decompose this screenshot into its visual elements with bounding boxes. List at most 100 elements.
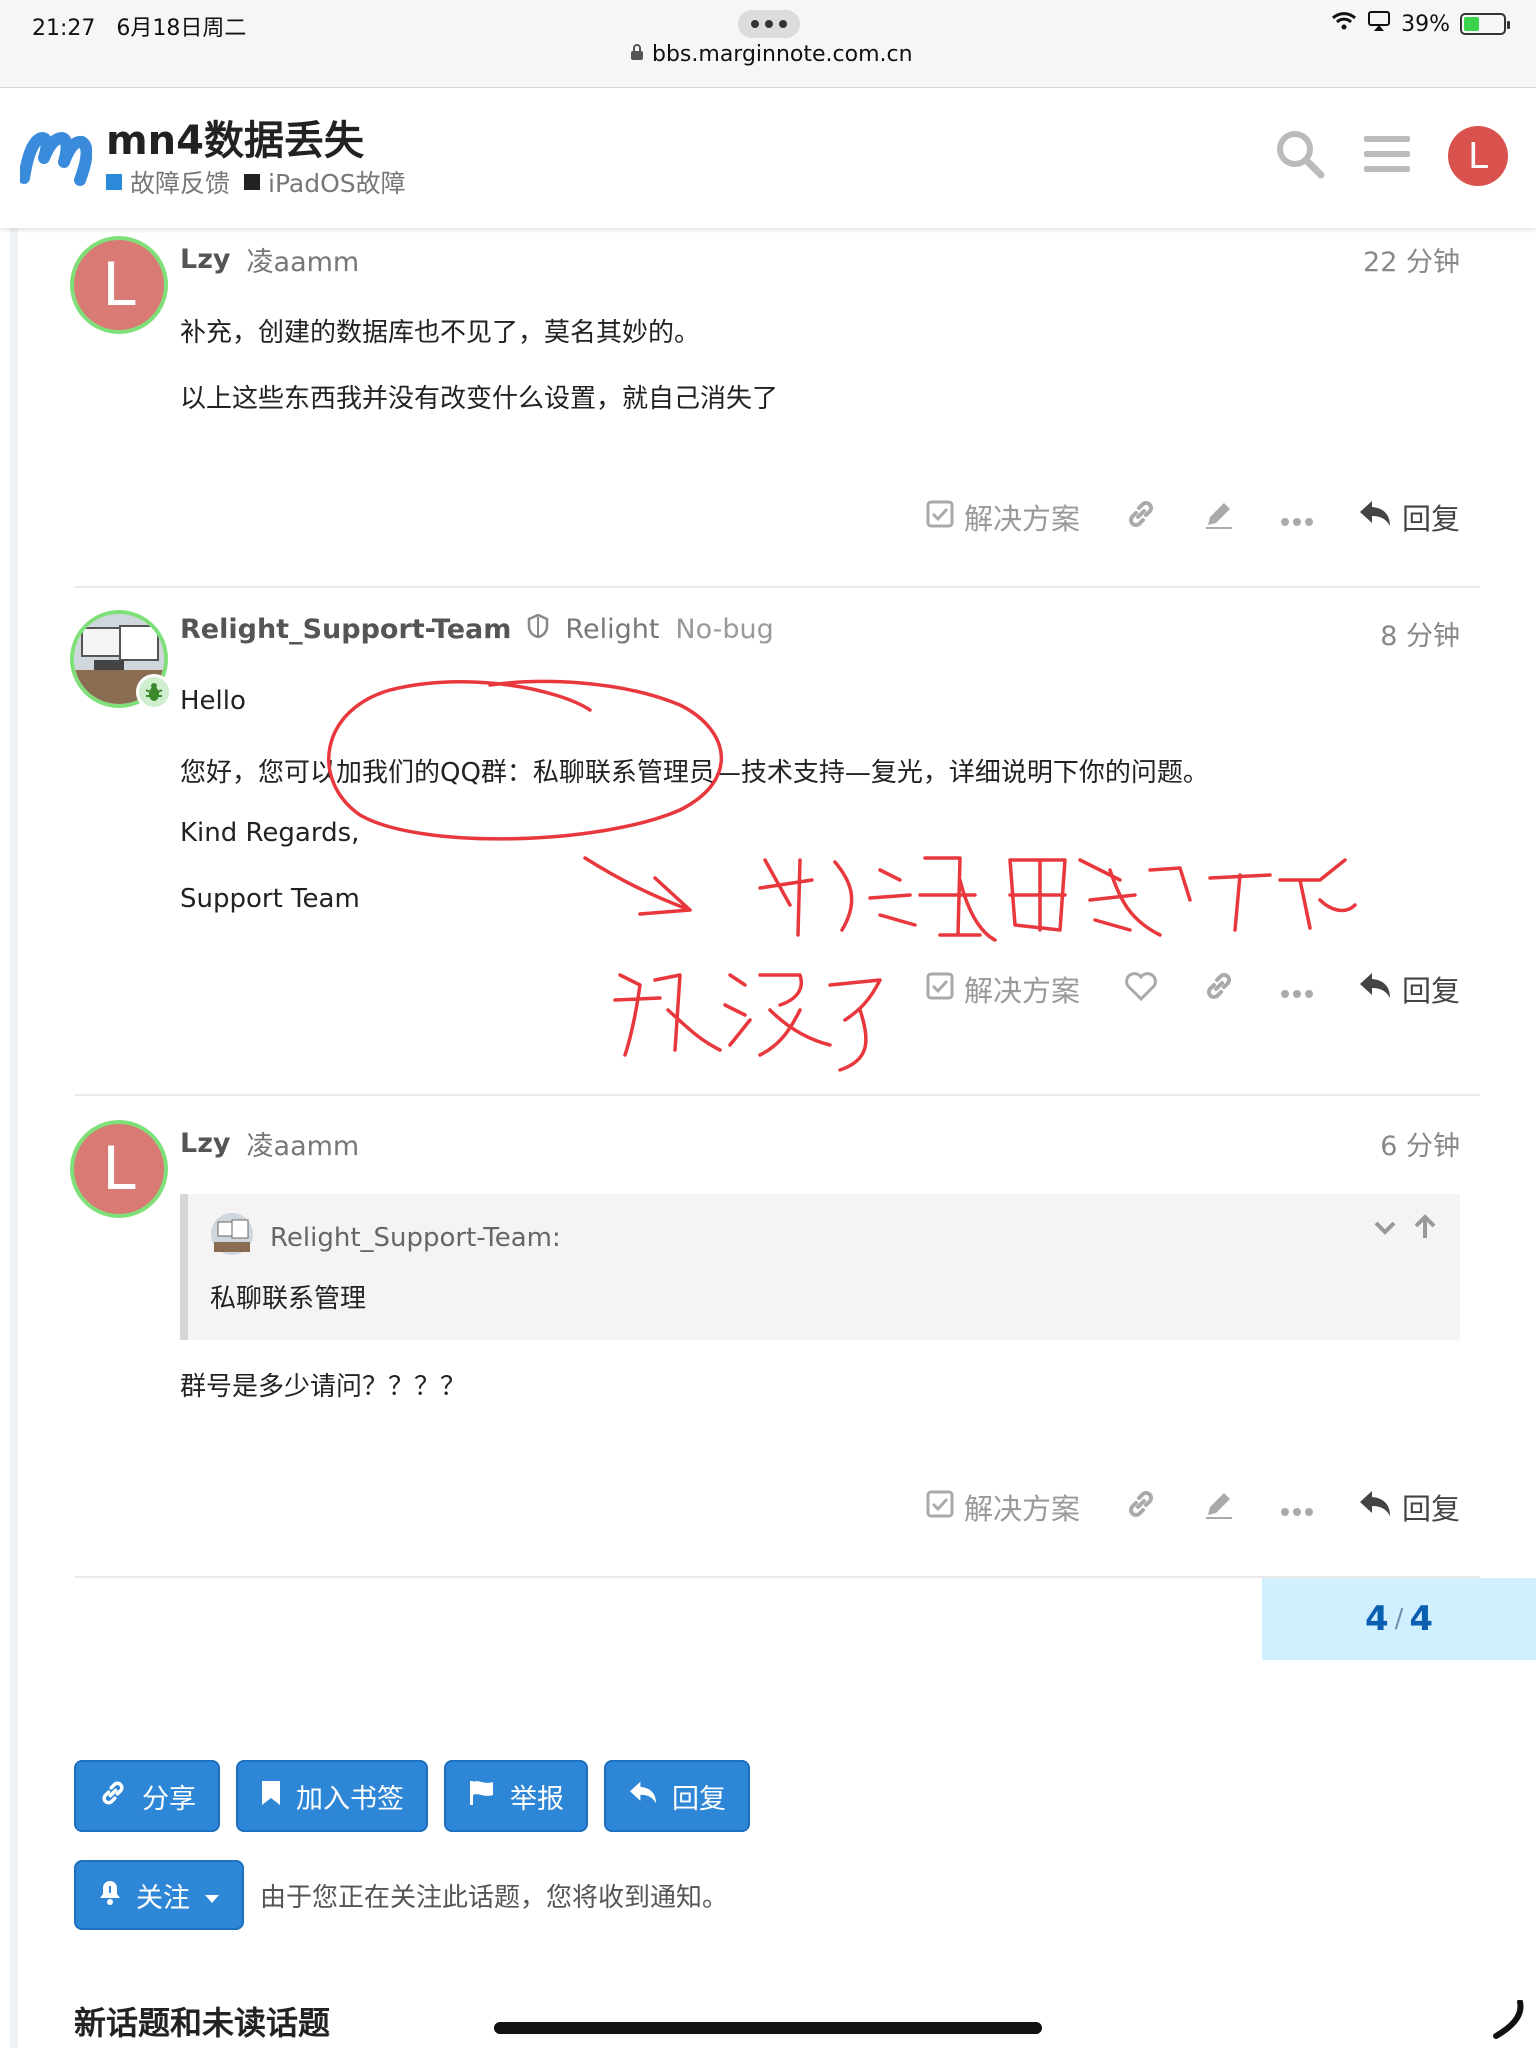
post-time[interactable]: 22 分钟 <box>1363 240 1460 279</box>
category-label: 故障反馈 <box>130 169 231 198</box>
edit-pencil-icon[interactable] <box>1202 497 1236 538</box>
post-username[interactable]: Relight_Support-Team <box>180 614 511 645</box>
bell-icon <box>98 1879 122 1912</box>
bookmark-button[interactable]: 加入书签 <box>236 1760 428 1832</box>
reply-button[interactable]: 回复 <box>1358 496 1460 538</box>
share-button[interactable]: 分享 <box>74 1760 220 1832</box>
flag-icon <box>468 1779 496 1814</box>
notification-description: 由于您正在关注此话题，您将收到通知。 <box>260 1882 729 1913</box>
heart-icon[interactable] <box>1124 971 1158 1008</box>
post-avatar[interactable] <box>70 610 172 710</box>
post-paragraph: Hello <box>180 686 246 716</box>
reply-arrow-icon <box>628 1780 658 1813</box>
chevron-down-icon[interactable] <box>1372 1214 1398 1244</box>
marginnote-logo-icon[interactable] <box>18 128 93 188</box>
post-username[interactable]: Lzy <box>180 1128 231 1159</box>
hamburger-menu-icon[interactable] <box>1364 134 1410 178</box>
flag-button[interactable]: 举报 <box>444 1760 588 1832</box>
quote-avatar[interactable] <box>210 1212 254 1263</box>
category-color-square <box>106 174 122 190</box>
reply-arrow-icon <box>1358 499 1392 536</box>
link-icon[interactable] <box>1124 497 1158 538</box>
status-bar: 21:27 6月18日周二 bbs.marginnote.com.cn 39% <box>0 0 1536 88</box>
post-time[interactable]: 8 分钟 <box>1380 614 1460 653</box>
post: L Lzy 凌aamm 22 分钟 补充，创建的数据库也不见了，莫名其妙的。 以… <box>70 236 1480 566</box>
solution-label: 解决方案 <box>963 502 1080 536</box>
quote-controls <box>1372 1214 1438 1244</box>
more-icon[interactable] <box>1280 500 1314 534</box>
post-fullname: Relight <box>565 614 660 645</box>
notification-row: 关注 由于您正在关注此话题，您将收到通知。 <box>74 1860 728 1930</box>
solution-label: 解决方案 <box>963 974 1080 1008</box>
battery-icon <box>1460 13 1510 35</box>
solution-button[interactable]: 解决方案 <box>926 1486 1080 1528</box>
post-meta: Relight_Support-Team Relight No-bug <box>180 613 774 645</box>
post-meta: Lzy 凌aamm <box>180 240 359 279</box>
topic-footer-buttons: 分享 加入书签 举报 回复 <box>74 1760 750 1832</box>
link-icon[interactable] <box>1202 969 1236 1010</box>
post-actions: 解决方案 回复 <box>926 496 1460 538</box>
topic-progress[interactable]: 4 / 4 <box>1262 1578 1536 1660</box>
home-indicator[interactable] <box>494 2022 1042 2034</box>
topic-title[interactable]: mn4数据丢失 <box>106 108 364 166</box>
tag-badge[interactable]: iPadOS故障 <box>244 164 406 200</box>
date: 6月18日周二 <box>116 16 247 41</box>
post-paragraph: 群号是多少请问？？？？ <box>180 1372 467 1402</box>
user-avatar[interactable]: L <box>1448 126 1508 186</box>
post-avatar[interactable]: L <box>70 236 168 334</box>
category-badge[interactable]: 故障反馈 <box>106 164 230 200</box>
reply-label: 回复 <box>1401 502 1460 536</box>
checkbox-icon <box>926 1490 954 1525</box>
flag-label: 举报 <box>510 1783 564 1815</box>
reply-button[interactable]: 回复 <box>1358 1486 1460 1528</box>
post-paragraph: 补充，创建的数据库也不见了，莫名其妙的。 <box>180 318 701 348</box>
progress-current: 4 <box>1364 1599 1389 1639</box>
post: Relight_Support-Team Relight No-bug 8 分钟… <box>70 610 1480 1050</box>
post-actions: 解决方案 回复 <box>926 1486 1460 1528</box>
link-icon <box>98 1778 128 1815</box>
address-bar[interactable]: bbs.marginnote.com.cn <box>630 42 913 67</box>
quote-author[interactable]: Relight_Support-Team: <box>270 1223 561 1253</box>
reply-topic-button[interactable]: 回复 <box>604 1760 750 1832</box>
checkbox-icon <box>926 972 954 1007</box>
post-paragraph: 以上这些东西我并没有改变什么设置，就自己消失了 <box>180 384 779 414</box>
header-icons: L <box>1274 126 1508 186</box>
airplay-icon <box>1367 10 1391 38</box>
solution-button[interactable]: 解决方案 <box>926 496 1080 538</box>
post-avatar[interactable]: L <box>70 1120 168 1218</box>
arrow-up-icon[interactable] <box>1412 1214 1438 1244</box>
post: L Lzy 凌aamm 6 分钟 Relight_Support-Team: 私… <box>70 1120 1480 1560</box>
search-icon[interactable] <box>1274 128 1326 184</box>
share-label: 分享 <box>142 1783 196 1815</box>
tag-color-square <box>244 174 261 190</box>
progress-slash: / <box>1394 1604 1404 1634</box>
wifi-icon <box>1331 11 1357 37</box>
notification-level-button[interactable]: 关注 <box>74 1860 244 1930</box>
caret-down-icon <box>204 1880 220 1911</box>
bookmark-icon <box>260 1779 282 1814</box>
post-fullname: 凌aamm <box>246 247 360 278</box>
reply-button[interactable]: 回复 <box>1358 968 1460 1010</box>
notification-level-label: 关注 <box>136 1882 190 1914</box>
battery-percent: 39% <box>1401 11 1450 37</box>
bug-badge-icon <box>136 674 172 710</box>
post-meta: Lzy 凌aamm <box>180 1124 359 1163</box>
more-icon[interactable] <box>1280 1490 1314 1524</box>
tag-label: iPadOS故障 <box>268 169 406 198</box>
user-title: No-bug <box>675 614 774 645</box>
post-paragraph: Kind Regards, <box>180 818 360 848</box>
clock: 21:27 <box>32 16 96 41</box>
post-divider <box>75 1094 1480 1096</box>
post-time[interactable]: 6 分钟 <box>1380 1124 1460 1163</box>
reply-label: 回复 <box>1401 1492 1460 1526</box>
link-icon[interactable] <box>1124 1487 1158 1528</box>
more-icon[interactable] <box>1280 972 1314 1006</box>
multitasking-dots[interactable] <box>738 10 800 38</box>
post-actions: 解决方案 回复 <box>926 968 1460 1010</box>
quote-header: Relight_Support-Team: <box>210 1212 561 1263</box>
category-badges: 故障反馈 iPadOS故障 <box>106 164 406 200</box>
edit-pencil-icon[interactable] <box>1202 1487 1236 1528</box>
reply-label: 回复 <box>1401 974 1460 1008</box>
post-username[interactable]: Lzy <box>180 244 231 275</box>
solution-button[interactable]: 解决方案 <box>926 968 1080 1010</box>
